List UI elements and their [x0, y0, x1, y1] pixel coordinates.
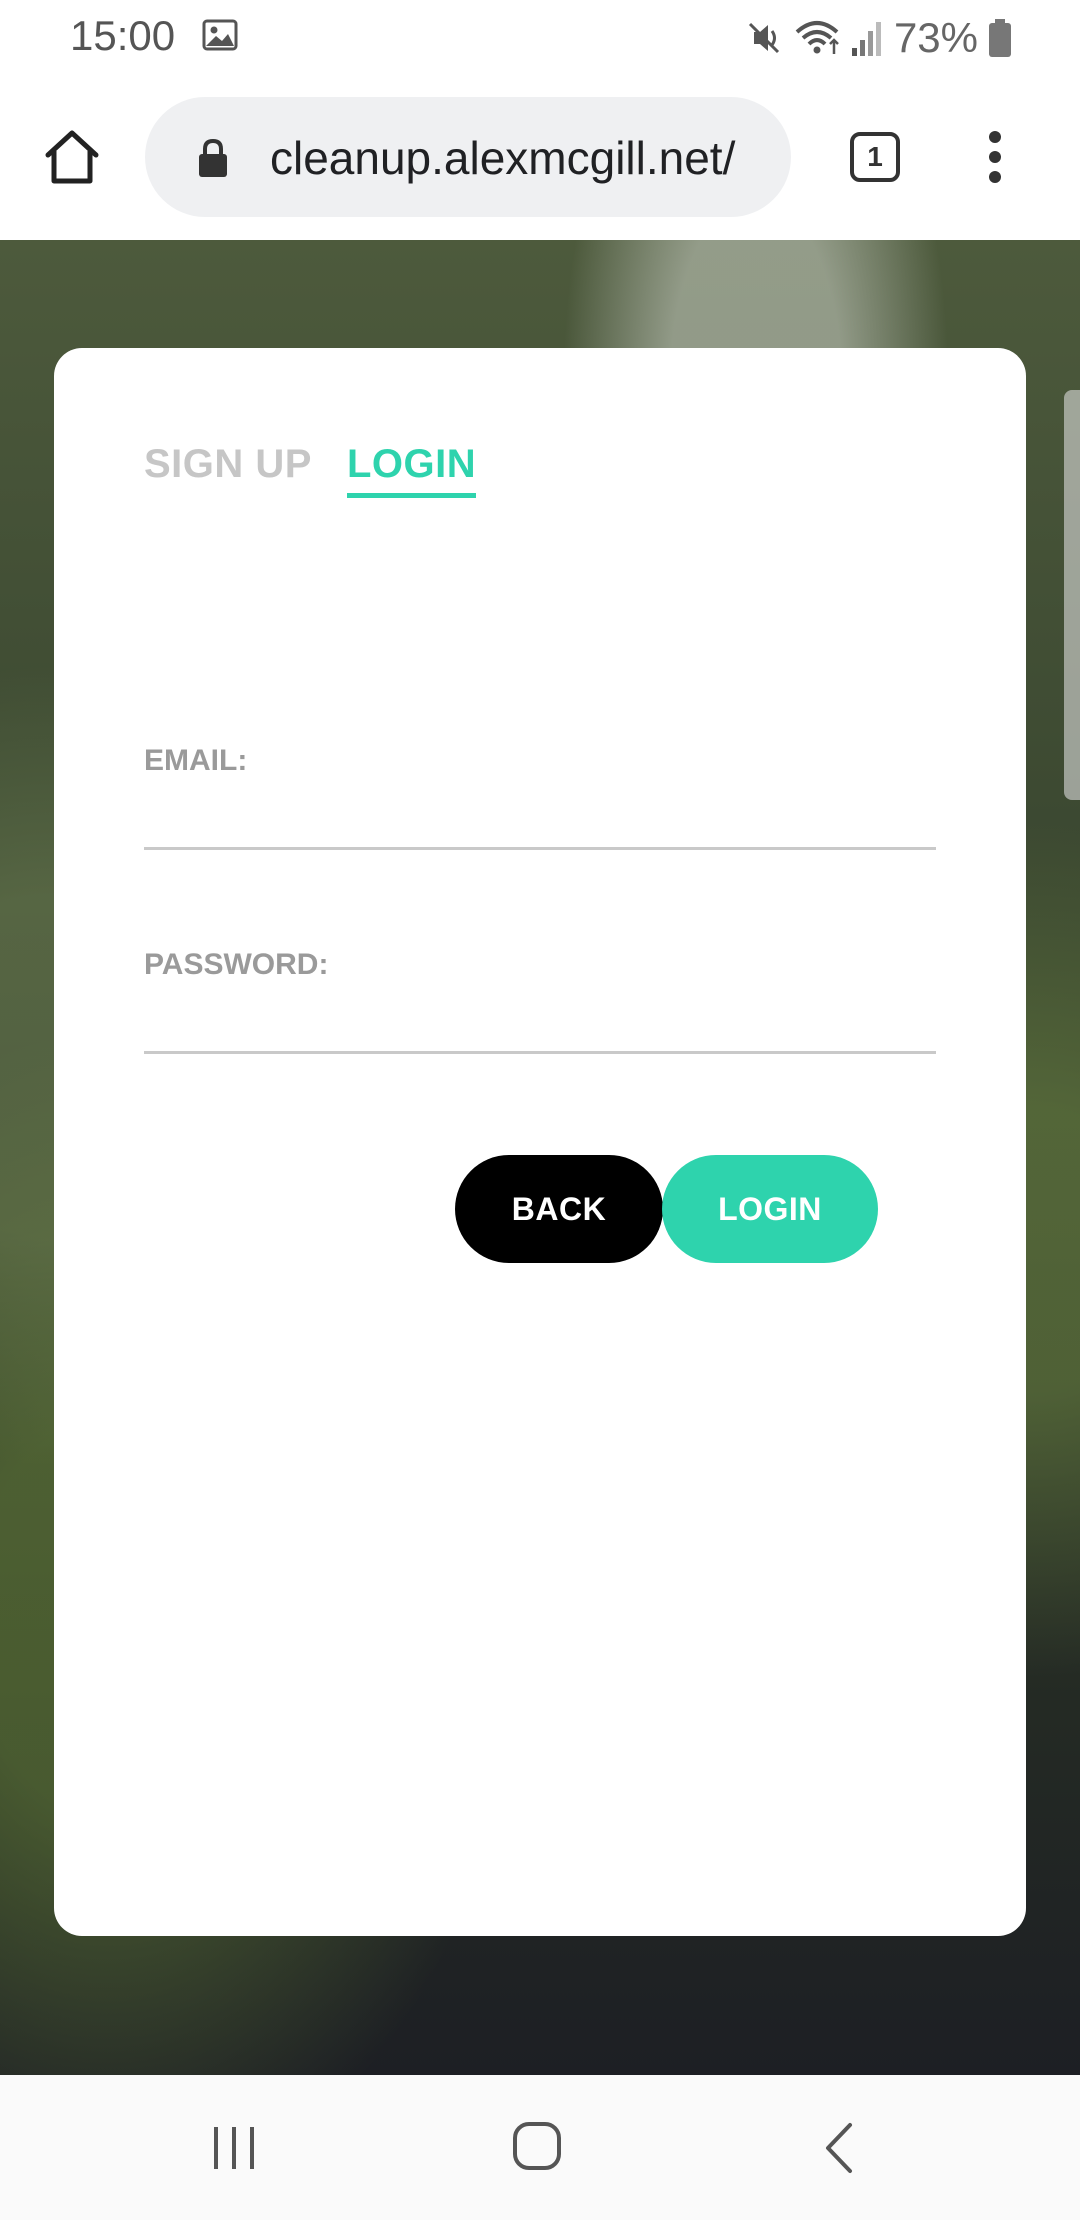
login-button[interactable]: LOGIN	[662, 1155, 878, 1263]
address-bar[interactable]: cleanup.alexmcgill.net/	[145, 97, 791, 217]
password-field[interactable]	[144, 998, 936, 1046]
browser-toolbar: cleanup.alexmcgill.net/ 1	[0, 75, 1080, 240]
url-text: cleanup.alexmcgill.net/	[270, 132, 736, 184]
wifi-icon	[794, 18, 840, 58]
auth-card: SIGN UP LOGIN EMAIL: PASSWORD: BACK LOGI…	[54, 348, 1026, 1936]
system-nav-bar	[0, 2075, 1080, 2220]
password-label: PASSWORD:	[144, 948, 329, 981]
gallery-icon	[202, 19, 238, 51]
back-button[interactable]: BACK	[455, 1155, 663, 1263]
tab-login[interactable]: LOGIN	[347, 442, 477, 498]
email-field[interactable]	[144, 794, 936, 842]
more-vert-icon[interactable]	[980, 127, 1010, 187]
password-underline	[144, 1051, 936, 1054]
lock-icon	[197, 137, 229, 179]
tab-count: 1	[867, 141, 883, 172]
home-circle-icon[interactable]	[512, 2121, 562, 2171]
home-icon[interactable]	[40, 125, 104, 189]
scroll-handle[interactable]	[1064, 390, 1080, 800]
mute-icon	[744, 18, 784, 58]
tab-signup[interactable]: SIGN UP	[144, 442, 312, 487]
signal-icon	[850, 18, 884, 58]
battery-percent: 73%	[893, 14, 978, 61]
status-time: 15:00	[70, 12, 176, 59]
tabs-icon[interactable]: 1	[850, 132, 900, 182]
status-icons: 73%	[744, 14, 1012, 62]
recent-apps-icon[interactable]	[210, 2123, 258, 2173]
back-icon[interactable]	[822, 2121, 856, 2175]
email-underline	[144, 847, 936, 850]
battery-icon	[988, 18, 1012, 58]
email-label: EMAIL:	[144, 744, 248, 777]
status-bar: 15:00 73%	[0, 0, 1080, 75]
